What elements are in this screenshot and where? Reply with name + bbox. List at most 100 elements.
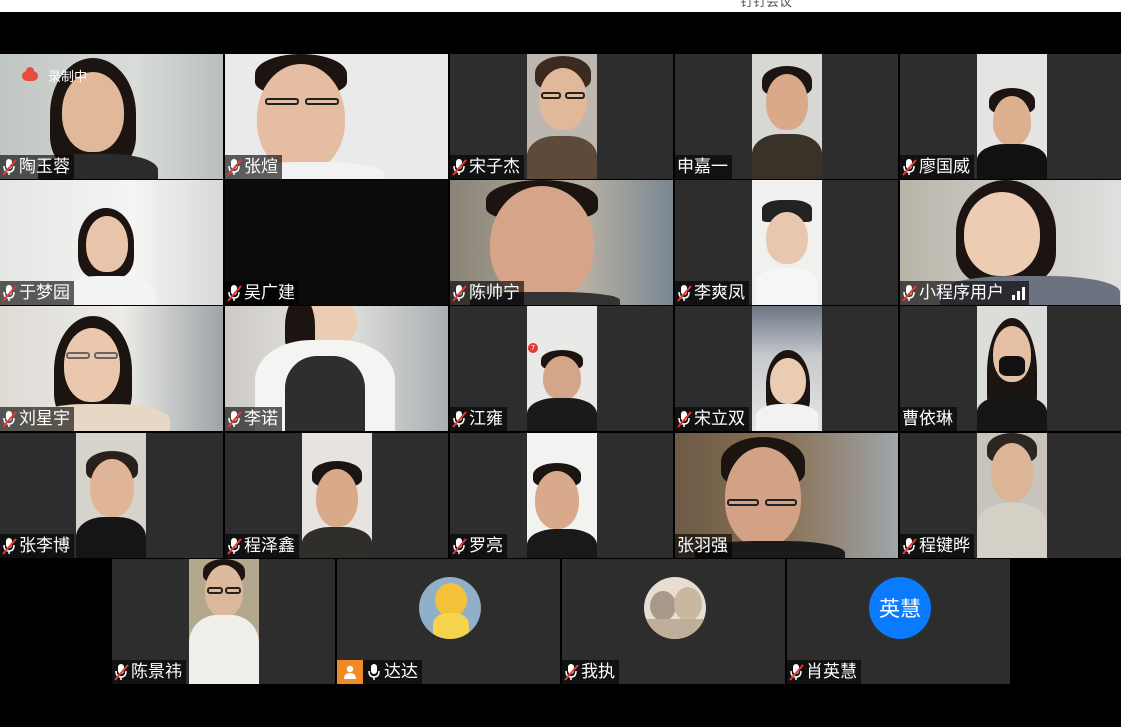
- participant-tile[interactable]: 于梦园: [0, 180, 223, 305]
- participant-name-label: 程键晔: [900, 534, 974, 558]
- mic-muted-icon: [677, 284, 692, 302]
- participant-name-label: 罗亮: [450, 534, 507, 558]
- participant-tile[interactable]: 英慧 肖英慧: [787, 559, 1010, 684]
- participant-tile[interactable]: 刘星宇: [0, 306, 223, 431]
- participant-name-label: 曹依琳: [900, 407, 957, 431]
- participant-tile[interactable]: 我执: [562, 559, 785, 684]
- mic-muted-icon: [902, 537, 917, 555]
- participant-name: 李诺: [244, 409, 278, 429]
- participant-tile[interactable]: 申嘉一: [675, 54, 898, 179]
- participant-name-label: 申嘉一: [675, 155, 732, 179]
- participant-name: 我执: [581, 662, 615, 682]
- participant-tile[interactable]: 7 江雍: [450, 306, 673, 431]
- participant-tile[interactable]: 录制中 陶玉蓉: [0, 54, 223, 179]
- participant-name-label: 小程序用户: [900, 281, 1029, 305]
- mic-muted-icon: [677, 410, 692, 428]
- participant-name-label: 廖国威: [900, 155, 974, 179]
- mic-muted-icon: [452, 158, 467, 176]
- mic-muted-icon: [114, 663, 129, 681]
- video-feed: [977, 54, 1047, 179]
- notification-badge: 7: [528, 343, 538, 353]
- participant-name-label: 宋子杰: [450, 155, 524, 179]
- participant-name-label: 肖英慧: [787, 660, 861, 684]
- mic-muted-icon: [2, 410, 17, 428]
- video-feed: [752, 306, 822, 431]
- participant-name: 程键晔: [919, 536, 970, 556]
- participant-tile[interactable]: 曹依琳: [900, 306, 1121, 431]
- video-feed: [977, 306, 1047, 431]
- participant-tile[interactable]: 张羽强: [675, 433, 898, 558]
- participant-tile[interactable]: 李诺: [225, 306, 448, 431]
- cloud-record-icon: [22, 66, 38, 81]
- participant-name: 申嘉一: [677, 157, 728, 177]
- participant-name: 肖英慧: [806, 662, 857, 682]
- participant-name: 张煊: [244, 157, 278, 177]
- participant-name-label: 我执: [562, 660, 619, 684]
- participant-name-label: 陶玉蓉: [0, 155, 74, 179]
- participant-tile[interactable]: 陈帅宁: [450, 180, 673, 305]
- participant-name: 吴广建: [244, 283, 295, 303]
- participant-tile[interactable]: 达达: [337, 559, 560, 684]
- participant-name: 罗亮: [469, 536, 503, 556]
- participant-name: 陈景祎: [131, 662, 182, 682]
- participant-name: 陶玉蓉: [19, 157, 70, 177]
- participant-name: 张李博: [19, 536, 70, 556]
- participant-name: 达达: [384, 662, 418, 682]
- mic-muted-icon: [2, 537, 17, 555]
- participant-name-label: 陈景祎: [112, 660, 186, 684]
- participant-name-label: 张羽强: [675, 534, 732, 558]
- participant-name: 陈帅宁: [469, 283, 520, 303]
- video-feed: [977, 433, 1047, 558]
- participant-tile[interactable]: 宋子杰: [450, 54, 673, 179]
- mic-muted-icon: [789, 663, 804, 681]
- participant-name-label: 江雍: [450, 407, 507, 431]
- mic-muted-icon: [227, 158, 242, 176]
- participant-name-label: 陈帅宁: [450, 281, 524, 305]
- participant-name: 刘星宇: [19, 409, 70, 429]
- video-feed: [76, 433, 146, 558]
- network-signal-icon: [1012, 286, 1025, 300]
- participant-name-label: 于梦园: [0, 281, 74, 305]
- participant-tile[interactable]: 廖国威: [900, 54, 1121, 179]
- participant-tile[interactable]: 宋立双: [675, 306, 898, 431]
- mic-muted-icon: [227, 284, 242, 302]
- participant-name-label: 张煊: [225, 155, 282, 179]
- participant-name: 曹依琳: [902, 409, 953, 429]
- mic-muted-icon: [227, 410, 242, 428]
- participant-tile[interactable]: 吴广建: [225, 180, 448, 305]
- mic-muted-icon: [2, 284, 17, 302]
- mic-muted-icon: [564, 663, 579, 681]
- participant-name: 于梦园: [19, 283, 70, 303]
- video-feed: [527, 433, 597, 558]
- video-feed: [302, 433, 372, 558]
- mic-muted-icon: [902, 158, 917, 176]
- video-feed: [752, 54, 822, 179]
- mic-muted-icon: [452, 284, 467, 302]
- participant-tile[interactable]: 小程序用户: [900, 180, 1121, 305]
- recording-label: 录制中: [48, 70, 88, 85]
- participant-name: 小程序用户: [919, 283, 1004, 303]
- participant-name: 程泽鑫: [244, 536, 295, 556]
- mic-muted-icon: [452, 410, 467, 428]
- recording-badge: 录制中: [22, 66, 87, 85]
- participant-tile[interactable]: 程泽鑫: [225, 433, 448, 558]
- participant-tile[interactable]: 陈景祎: [112, 559, 335, 684]
- participant-name: 宋立双: [694, 409, 745, 429]
- participant-name-label: 刘星宇: [0, 407, 74, 431]
- participant-tile[interactable]: 张李博: [0, 433, 223, 558]
- video-feed: [752, 180, 822, 305]
- video-feed: [189, 559, 259, 684]
- participant-name: 江雍: [469, 409, 503, 429]
- participant-name-label: 吴广建: [225, 281, 299, 305]
- participant-tile[interactable]: 张煊: [225, 54, 448, 179]
- participant-name-label: 宋立双: [675, 407, 749, 431]
- participant-tile[interactable]: 李爽凤: [675, 180, 898, 305]
- participant-name-label: 李诺: [225, 407, 282, 431]
- participant-tile[interactable]: 罗亮: [450, 433, 673, 558]
- participant-name-label: 张李博: [0, 534, 74, 558]
- participant-name: 廖国威: [919, 157, 970, 177]
- mic-muted-icon: [227, 537, 242, 555]
- participant-tile[interactable]: 程键晔: [900, 433, 1121, 558]
- participant-name: 张羽强: [677, 536, 728, 556]
- video-feed: [527, 54, 597, 179]
